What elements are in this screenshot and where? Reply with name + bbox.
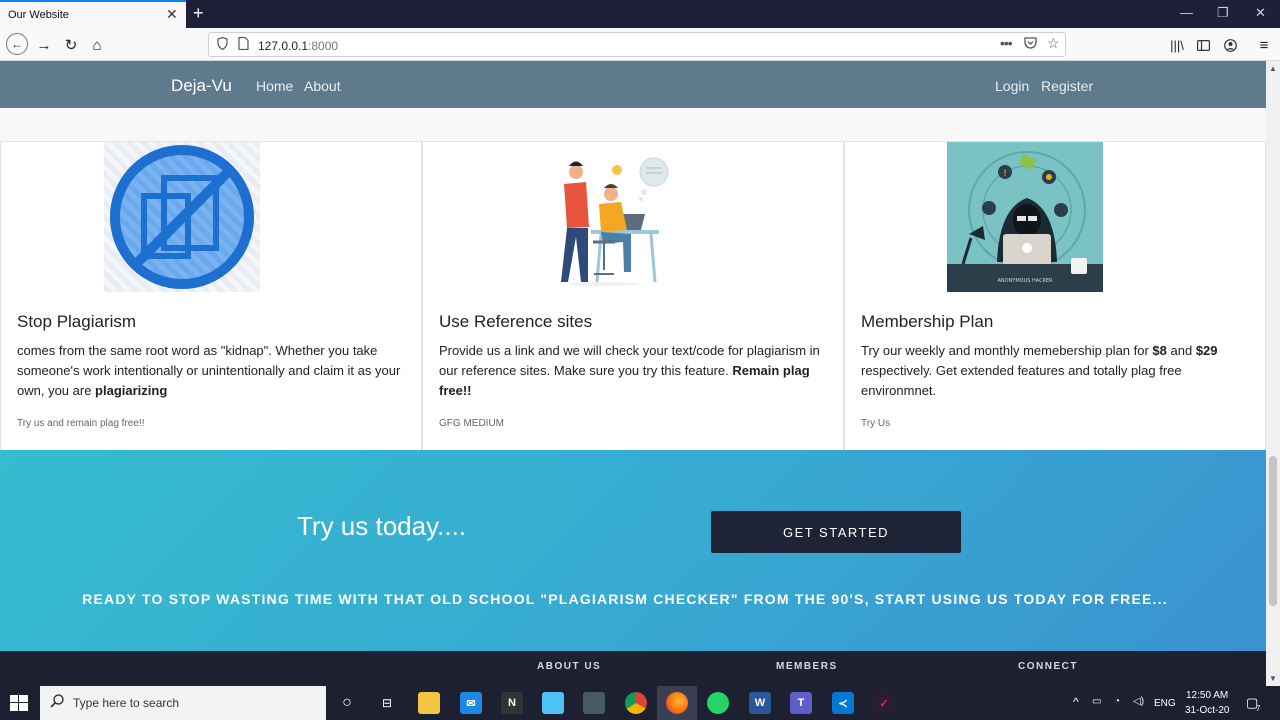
browser-titlebar: Our Website ✕ + — ❐ ✕ — [0, 0, 1280, 28]
search-icon — [50, 694, 64, 712]
windows-taskbar: Type here to search ○ ⊟ ✉ N W T ≺ ✓ ^ ▭ … — [0, 686, 1280, 720]
mail-icon[interactable]: ✉ — [460, 692, 482, 714]
card-text: Try our weekly and monthly memebership p… — [861, 343, 1218, 398]
card-footer: GFG MEDIUM — [439, 418, 504, 429]
language-indicator[interactable]: ENG — [1154, 698, 1176, 709]
site-navbar: Deja-Vu Home About Login Register — [0, 61, 1266, 108]
pocket-icon[interactable] — [1024, 37, 1037, 52]
page-scrollbar[interactable]: ▲ ▼ — [1266, 61, 1280, 686]
tab-title: Our Website — [8, 9, 69, 21]
word-icon[interactable]: W — [749, 692, 771, 714]
card-text: comes from the same root word as "kidnap… — [17, 343, 401, 398]
search-placeholder: Type here to search — [73, 696, 180, 710]
web-page: Deja-Vu Home About Login Register Stop P… — [0, 61, 1266, 686]
forward-arrow-icon[interactable]: → — [34, 35, 54, 55]
scroll-up-icon[interactable]: ▲ — [1269, 64, 1277, 73]
card-title: Stop Plagiarism — [17, 312, 137, 331]
account-icon[interactable] — [1220, 35, 1240, 55]
card-title: Use Reference sites — [439, 312, 593, 331]
card-stop-plagiarism: Stop Plagiarism comes from the same root… — [0, 141, 422, 451]
no-copy-icon — [104, 142, 260, 292]
cta-title: Try us today.... — [297, 511, 467, 541]
scroll-down-icon[interactable]: ▼ — [1269, 674, 1277, 683]
brand-logo[interactable]: Deja-Vu — [171, 76, 232, 96]
close-window-icon[interactable]: ✕ — [1255, 5, 1266, 21]
clock-time[interactable]: 12:50 AM — [1186, 690, 1228, 701]
volume-icon[interactable]: ◁) — [1133, 696, 1144, 707]
minimize-icon[interactable]: — — [1180, 5, 1193, 20]
site-footer: ABOUT US MEMBERS CONNECT — [0, 651, 1266, 686]
nav-register-link[interactable]: Register — [1041, 78, 1093, 94]
store-icon[interactable] — [583, 692, 605, 714]
browser-toolbar: ← → ↻ ⌂ 127.0.0.1:8000 ••• ☆ |||\ ≡ — [0, 28, 1280, 61]
card-footer: Try Us — [861, 418, 891, 429]
task-view-icon[interactable]: ⊟ — [376, 692, 398, 714]
footer-heading-members: MEMBERS — [776, 661, 838, 672]
image-caption: ANONYMOUS HACKER — [997, 278, 1053, 284]
footer-heading-about: ABOUT US — [537, 661, 602, 672]
file-explorer-icon[interactable] — [418, 692, 440, 714]
browser-tab[interactable]: Our Website ✕ — [0, 0, 186, 28]
cortana-icon[interactable]: ○ — [336, 692, 358, 714]
nav-home-link[interactable]: Home — [256, 78, 293, 94]
anonymous-hacker-illustration: ! ANONYMOUS HACKER — [947, 142, 1103, 292]
restore-icon[interactable]: ❐ — [1217, 5, 1229, 21]
scroll-thumb[interactable] — [1269, 456, 1277, 606]
cta-section: Try us today.... GET STARTED READY TO ST… — [0, 450, 1266, 651]
cta-subtitle: READY TO STOP WASTING TIME WITH THAT OLD… — [82, 591, 1168, 607]
footer-heading-connect: CONNECT — [1018, 661, 1078, 672]
whatsapp-icon[interactable] — [707, 692, 729, 714]
close-tab-icon[interactable]: ✕ — [166, 7, 178, 21]
svg-text:!: ! — [1003, 169, 1007, 179]
new-tab-icon[interactable]: + — [193, 3, 204, 24]
people-working-illustration — [531, 142, 687, 292]
reload-icon[interactable]: ↻ — [61, 35, 81, 55]
firefox-icon[interactable] — [666, 692, 688, 714]
back-arrow-icon[interactable]: ← — [6, 33, 28, 55]
clock-date[interactable]: 31-Oct-20 — [1185, 705, 1229, 716]
chrome-icon[interactable] — [625, 692, 647, 714]
wifi-icon[interactable]: ◔ — [1114, 696, 1120, 707]
photos-icon[interactable] — [542, 692, 564, 714]
shield-icon[interactable] — [217, 36, 228, 53]
menu-icon[interactable]: ≡ — [1254, 35, 1274, 55]
bookmark-star-icon[interactable]: ☆ — [1047, 35, 1060, 52]
notification-count: 7 — [1256, 704, 1261, 713]
url-text: 127.0.0.1:8000 — [258, 39, 339, 53]
get-started-button[interactable]: GET STARTED — [711, 511, 961, 553]
notion-icon[interactable]: N — [501, 692, 523, 714]
taskbar-search-box[interactable]: Type here to search — [40, 686, 326, 720]
sidebar-icon[interactable] — [1193, 35, 1213, 55]
vscode-icon[interactable]: ≺ — [832, 692, 854, 714]
more-actions-icon[interactable]: ••• — [1000, 35, 1013, 51]
address-bar[interactable]: 127.0.0.1:8000 ••• ☆ — [208, 32, 1066, 57]
nav-about-link[interactable]: About — [304, 78, 341, 94]
card-membership-plan: ! ANONYMOUS HACKER Membership Plan Try o… — [844, 141, 1266, 451]
app-icon[interactable]: ✓ — [873, 692, 895, 714]
windows-start-icon[interactable] — [10, 695, 28, 716]
battery-icon[interactable]: ▭ — [1092, 696, 1101, 707]
card-title: Membership Plan — [861, 312, 994, 331]
library-icon[interactable]: |||\ — [1167, 35, 1187, 55]
tray-chevron-icon[interactable]: ^ — [1073, 695, 1079, 709]
nav-login-link[interactable]: Login — [995, 78, 1029, 94]
card-footer: Try us and remain plag free!! — [17, 418, 145, 429]
page-info-icon[interactable] — [238, 36, 249, 53]
card-text: Provide us a link and we will check your… — [439, 343, 820, 398]
card-reference-sites: Use Reference sites Provide us a link an… — [422, 141, 844, 451]
teams-icon[interactable]: T — [790, 692, 812, 714]
home-icon[interactable]: ⌂ — [87, 35, 107, 55]
